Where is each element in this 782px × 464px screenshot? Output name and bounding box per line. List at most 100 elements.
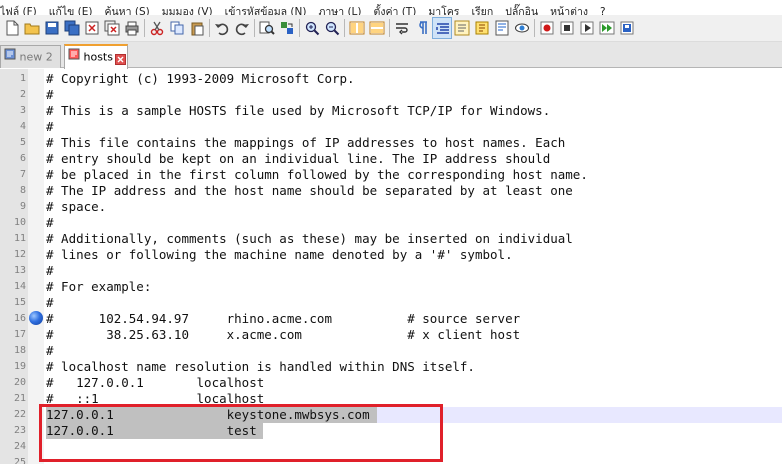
document-map-icon[interactable] (492, 17, 512, 39)
line-number: 6 (19, 153, 26, 164)
find-icon[interactable] (257, 17, 277, 39)
line-number: 19 (13, 361, 26, 372)
line-number: 21 (13, 393, 26, 404)
save-macro-icon[interactable] (617, 17, 637, 39)
line-number: 2 (19, 89, 26, 100)
line-number: 17 (13, 329, 26, 340)
show-all-chars-icon[interactable] (412, 17, 432, 39)
line-number: 8 (19, 185, 26, 196)
close-icon[interactable] (82, 17, 102, 39)
tab-0[interactable]: new 2 (0, 45, 61, 86)
sync-horizontal-icon[interactable] (367, 17, 387, 39)
menu-item-6[interactable]: ตั้งค่า (T) (369, 5, 424, 15)
line-number: 25 (13, 457, 26, 464)
code-line[interactable]: # (46, 119, 54, 135)
save-icon[interactable] (42, 17, 62, 39)
stop-recording-icon[interactable] (557, 17, 577, 39)
paste-icon[interactable] (187, 17, 207, 39)
close-all-icon[interactable] (102, 17, 122, 39)
run-macro-multiple-icon[interactable] (597, 17, 617, 39)
line-number: 20 (13, 377, 26, 388)
new-file-icon[interactable] (2, 17, 22, 39)
line-number: 12 (13, 249, 26, 260)
playback-macro-icon[interactable] (577, 17, 597, 39)
bookmark-icon[interactable] (29, 311, 43, 325)
code-line[interactable]: # (46, 295, 54, 311)
undo-icon[interactable] (212, 17, 232, 39)
cut-icon[interactable] (147, 17, 167, 39)
menu-item-2[interactable]: ค้นหา (S) (99, 5, 156, 15)
line-number: 10 (13, 217, 26, 228)
close-icon[interactable] (114, 51, 126, 65)
line-number: 3 (19, 105, 26, 116)
menu-item-4[interactable]: เข้ารหัสข้อมูล (N) (220, 5, 314, 15)
code-line[interactable]: # This file contains the mappings of IP … (46, 135, 565, 151)
save-all-icon[interactable] (62, 17, 82, 39)
code-line[interactable]: # localhost name resolution is handled w… (46, 359, 475, 375)
file-icon (68, 46, 80, 67)
code-line[interactable]: # entry should be kept on an individual … (46, 151, 550, 167)
code-line[interactable]: # 38.25.63.10 x.acme.com # x client host (46, 327, 520, 343)
tab-bar: new 2 hosts (0, 42, 782, 86)
line-number-gutter: 1 2 3 4 5 6 7 8 9 10 11 12 13 14 15 16 17 18 19 20 21 22 23 24 2… (0, 69, 28, 464)
monitor-icon[interactable] (512, 17, 532, 39)
code-line[interactable]: # be placed in the first column followed… (46, 167, 588, 183)
code-line[interactable]: # Additionally, comments (such as these)… (46, 231, 573, 247)
folder-as-workspace-icon[interactable] (472, 17, 492, 39)
toolbar (0, 15, 782, 42)
line-number: 22 (13, 409, 26, 420)
line-number: 16 (13, 313, 26, 324)
menu-item-0[interactable]: ไฟล์ (F) (0, 5, 44, 15)
function-list-icon[interactable] (452, 17, 472, 39)
code-line[interactable]: # (46, 343, 54, 359)
menu-item-3[interactable]: มุมมอง (V) (157, 5, 220, 15)
code-line[interactable]: # (46, 215, 54, 231)
line-number: 11 (13, 233, 26, 244)
code-line[interactable]: # The IP address and the host name shoul… (46, 183, 573, 199)
menu-item-1[interactable]: แก้ไข (E) (44, 5, 100, 15)
line-number: 14 (13, 281, 26, 292)
line-number: 23 (13, 425, 26, 436)
menu-item-10[interactable]: หน้าต่าง (545, 5, 595, 15)
code-line[interactable]: # (46, 87, 54, 103)
line-number: 24 (13, 441, 26, 452)
line-number: 9 (19, 201, 26, 212)
menu-bar: ไฟล์ (F) แก้ไข (E) ค้นหา (S) มุมมอง (V) เข้า… (0, 0, 782, 15)
menu-item-11[interactable]: ? (595, 5, 613, 15)
replace-icon[interactable] (277, 17, 297, 39)
file-icon (4, 46, 16, 67)
line-number: 13 (13, 265, 26, 276)
code-line[interactable]: # space. (46, 199, 106, 215)
zoom-out-icon[interactable] (322, 17, 342, 39)
menu-item-7[interactable]: มาโคร (423, 5, 466, 15)
code-line[interactable]: # 102.54.94.97 rhino.acme.com # source s… (46, 311, 520, 327)
annotation-highlight-box (39, 404, 443, 462)
menu-item-9[interactable]: ปลั๊กอิน (500, 5, 545, 15)
line-number: 7 (19, 169, 26, 180)
print-icon[interactable] (122, 17, 142, 39)
line-number: 18 (13, 345, 26, 356)
line-number: 1 (19, 73, 26, 84)
line-number: 4 (19, 121, 26, 132)
redo-icon[interactable] (232, 17, 252, 39)
indent-guide-icon[interactable] (432, 17, 452, 39)
line-number: 5 (19, 137, 26, 148)
tab-1[interactable]: hosts (64, 44, 128, 69)
menu-item-8[interactable]: เรียก (466, 5, 500, 15)
sync-vertical-icon[interactable] (347, 17, 367, 39)
code-line[interactable]: # (46, 263, 54, 279)
copy-icon[interactable] (167, 17, 187, 39)
zoom-in-icon[interactable] (302, 17, 322, 39)
word-wrap-icon[interactable] (392, 17, 412, 39)
code-line[interactable]: # 127.0.0.1 localhost (46, 375, 264, 391)
code-line[interactable]: # lines or following the machine name de… (46, 247, 513, 263)
menu-item-5[interactable]: ภาษา (L) (313, 5, 368, 15)
code-line[interactable]: # This is a sample HOSTS file used by Mi… (46, 103, 550, 119)
code-line[interactable]: # Copyright (c) 1993-2009 Microsoft Corp… (46, 71, 355, 87)
editor[interactable]: 1 2 3 4 5 6 7 8 9 10 11 12 13 14 15 16 17 18 19 20 21 22 23 24 2… (0, 69, 782, 464)
code-line[interactable]: # For example: (46, 279, 151, 295)
open-file-icon[interactable] (22, 17, 42, 39)
tab-label: new 2 (19, 50, 53, 64)
line-number: 15 (13, 297, 26, 308)
record-macro-icon[interactable] (537, 17, 557, 39)
